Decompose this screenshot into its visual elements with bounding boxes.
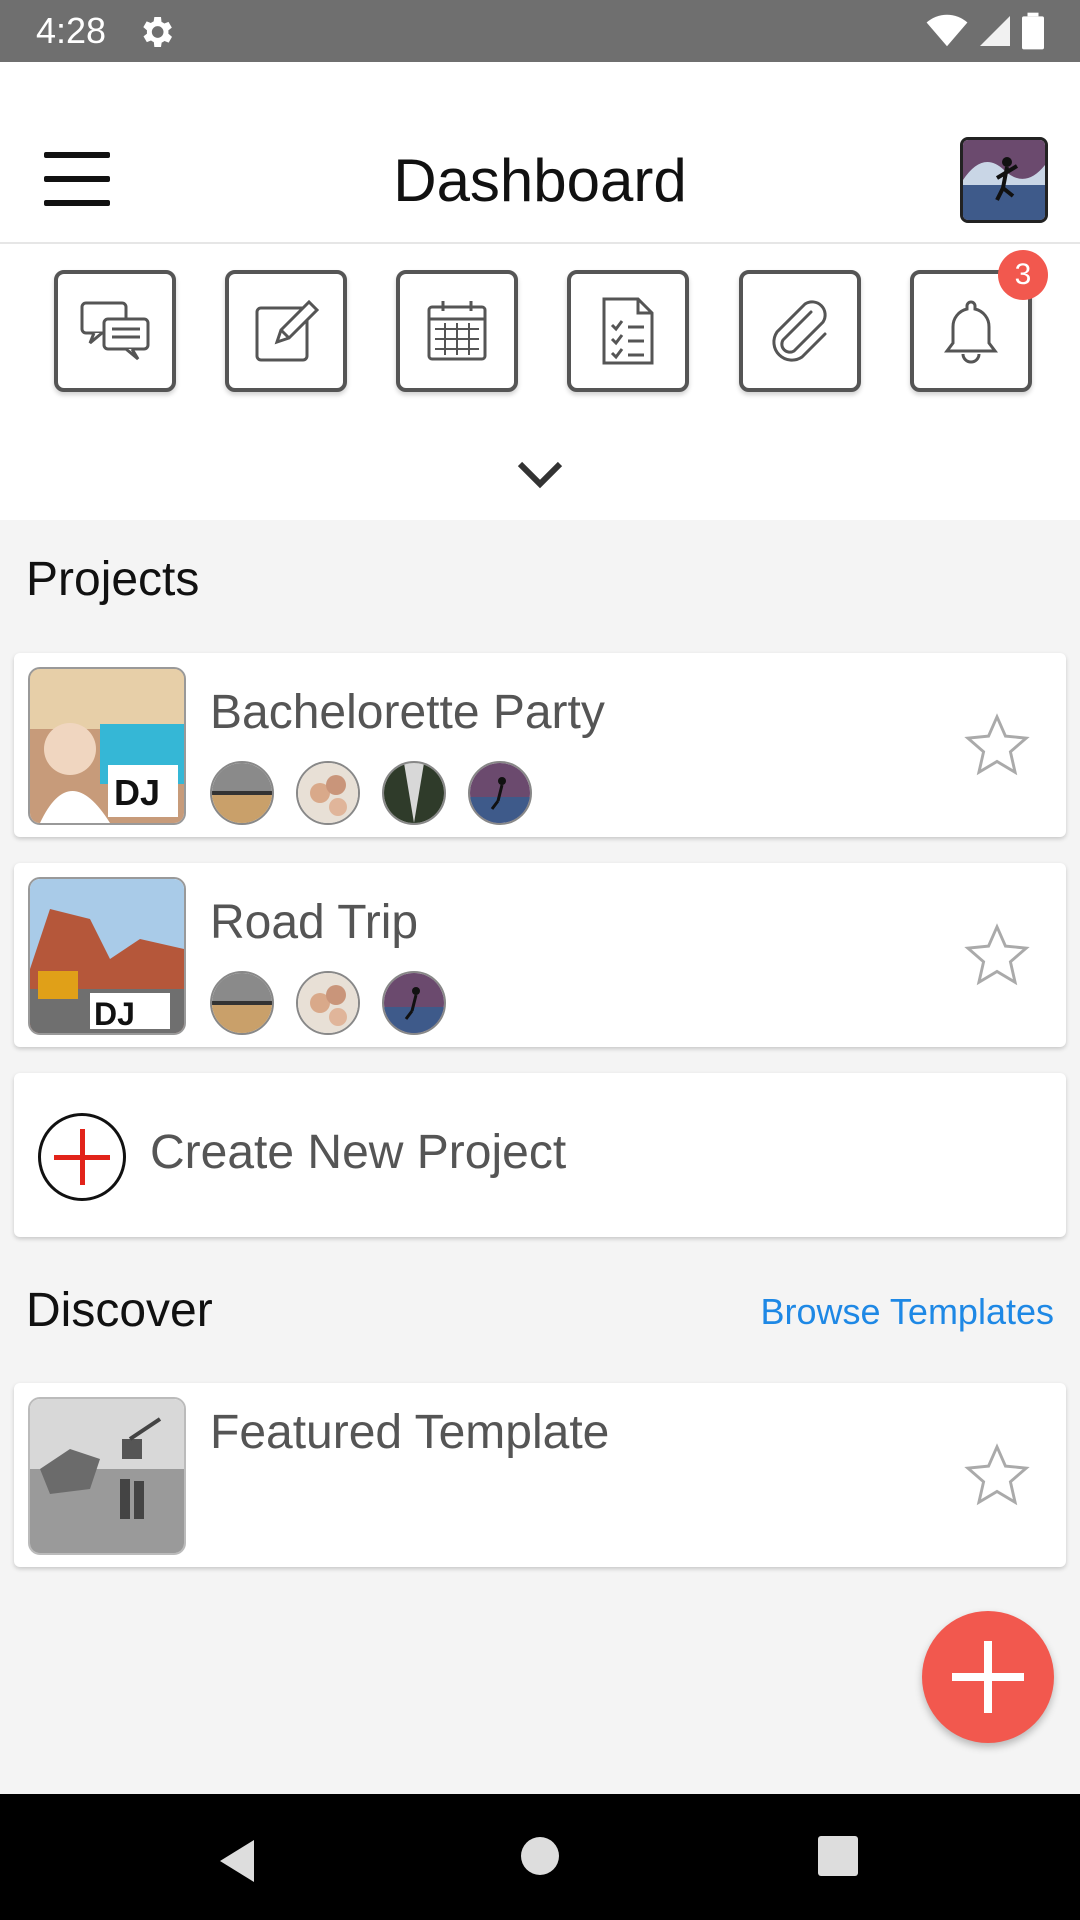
favorite-star-icon[interactable] [962,921,1032,991]
favorite-star-icon[interactable] [962,711,1032,781]
quick-actions-panel [0,244,1080,520]
add-fab-button[interactable] [922,1611,1054,1743]
add-circle-icon [38,1113,126,1201]
recents-icon[interactable] [818,1836,858,1876]
template-card[interactable]: Featured Template [14,1383,1066,1567]
template-thumbnail [28,1397,186,1555]
page-title: Dashboard [393,147,687,214]
svg-text:DJ: DJ [94,996,135,1032]
signal-icon [980,16,1010,46]
system-nav-bar [0,1794,1080,1920]
member-avatar [382,971,446,1035]
battery-icon [1022,12,1044,50]
calendar-button[interactable] [396,270,518,392]
projects-heading: Projects [26,553,200,606]
status-bar: 4:28 [0,0,1080,62]
attachments-button[interactable] [739,270,861,392]
back-icon[interactable] [214,1836,260,1886]
project-thumbnail: DJ [28,667,186,825]
project-thumbnail: DJ [28,877,186,1035]
create-project-button[interactable]: Create New Project [14,1073,1066,1237]
app-header: Dashboard [0,116,1080,244]
discover-heading: Discover [26,1284,213,1337]
template-name: Featured Template [210,1406,610,1459]
svg-text:DJ: DJ [114,772,160,813]
calendar-icon [427,301,487,361]
member-avatar [296,971,360,1035]
chevron-down-icon[interactable] [514,454,566,494]
wifi-icon [926,14,968,47]
bell-icon [944,300,998,364]
user-avatar[interactable] [960,137,1048,223]
browse-templates-link[interactable]: Browse Templates [761,1291,1054,1333]
member-avatar [296,761,360,825]
member-avatar [210,761,274,825]
messages-button[interactable] [54,270,176,392]
member-avatar [382,761,446,825]
home-icon[interactable] [520,1836,560,1876]
create-project-label: Create New Project [150,1126,567,1179]
notes-button[interactable] [225,270,347,392]
chat-icon [80,301,150,361]
settings-gear-icon [143,17,172,47]
tasks-button[interactable] [567,270,689,392]
favorite-star-icon[interactable] [962,1441,1032,1511]
attachment-icon [772,300,827,362]
project-members [210,761,532,825]
project-name: Bachelorette Party [210,686,605,739]
status-time: 4:28 [36,10,107,51]
member-avatar [468,761,532,825]
project-members [210,971,446,1035]
project-name: Road Trip [210,896,419,949]
checklist-icon [602,297,654,365]
project-card[interactable]: DJ Road Trip [14,863,1066,1047]
top-strip [0,62,1080,118]
project-card[interactable]: DJ Bachelorette Party [14,653,1066,837]
edit-icon [255,299,319,362]
member-avatar [210,971,274,1035]
notification-badge: 3 [998,250,1048,300]
